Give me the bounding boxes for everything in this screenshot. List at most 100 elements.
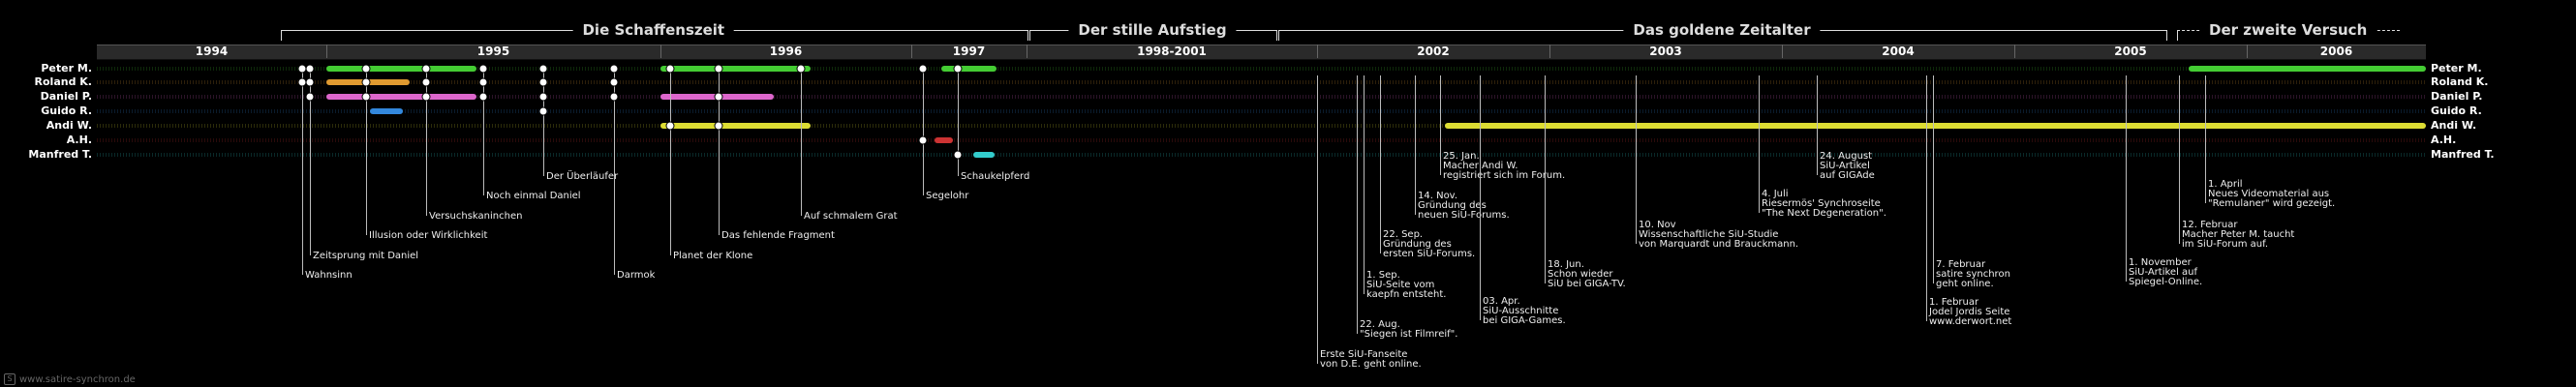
event-leader-line [1357,75,1358,334]
era-label: Der stille Aufstieg [1068,21,1237,39]
activity-bar [1445,123,2426,129]
person-label-right: Roland K. [2431,75,2489,88]
event-label: "The Next Degeneration". [1762,208,1886,219]
event-label: Segelohr [926,191,969,201]
year-divider [326,45,327,58]
event-label: neuen SiU-Forums. [1418,210,1510,221]
episode-marker [361,64,371,74]
activity-bar [326,66,477,72]
event-leader-line [483,69,484,195]
episode-marker [478,77,488,87]
event-leader-line [1545,75,1546,283]
event-leader-line [1636,75,1637,244]
event-leader-line [958,69,959,176]
year-label: 1997 [952,45,986,58]
timeline-diagram: Die Schaffenszeit Der stille Aufstieg Das … [0,0,2576,387]
activity-bar [326,94,477,100]
event-leader-line [801,69,802,216]
event-leader-line [302,69,303,275]
event-leader-line [426,69,427,216]
event-label: auf GIGAde [1820,170,1875,181]
event-label: bei GIGA-Games. [1483,315,1566,326]
event-leader-line [1380,75,1381,253]
person-label-left: Daniel P. [40,90,92,103]
activity-bar [369,108,404,114]
episode-marker [421,77,431,87]
episode-marker [538,92,548,102]
year-label: 2002 [1417,45,1450,58]
person-label-left: Manfred T. [28,148,92,161]
site-footer: S www.satire-synchron.de [4,373,136,385]
year-label: 2005 [2114,45,2147,58]
episode-marker [538,64,548,74]
activity-bar [973,152,995,158]
year-label: 1995 [476,45,510,58]
episode-marker [609,92,619,102]
person-label-right: Guido R. [2431,104,2482,117]
event-label: im SiU-Forum auf. [2182,239,2269,250]
episode-marker [796,64,806,74]
event-label: Schaukelpferd [961,171,1030,182]
event-label: von D.E. geht online. [1320,359,1422,370]
episode-marker [305,77,315,87]
episode-marker [918,135,928,145]
episode-marker [665,121,675,131]
year-label: 2003 [1649,45,1682,58]
person-track [97,80,2426,84]
episode-marker [361,92,371,102]
episode-marker [478,92,488,102]
event-label: Spiegel-Online. [2129,277,2203,287]
event-label: SiU bei GIGA-TV. [1548,279,1626,289]
person-label-right: A.H. [2431,134,2457,146]
episode-marker [714,64,723,74]
person-label-right: Manfred T. [2431,148,2495,161]
year-divider [1317,45,1318,58]
episode-marker [538,106,548,116]
year-label: 1996 [769,45,803,58]
event-label: Wahnsinn [305,270,353,281]
event-label: geht online. [1936,279,1994,289]
event-leader-line [1364,75,1365,294]
event-label: kaepfn entsteht. [1366,289,1447,300]
activity-bar [660,66,812,72]
year-divider [660,45,661,58]
episode-marker [609,64,619,74]
event-label: "Remulaner" wird gezeigt. [2208,198,2336,209]
person-label-right: Daniel P. [2431,90,2483,103]
event-label: Zeitsprung mit Daniel [313,251,419,261]
era-label: Die Schaffenszeit [572,21,735,39]
activity-bar [660,123,812,129]
event-leader-line [1480,75,1481,320]
event-label: Auf schmalem Grat [804,211,898,222]
person-label-right: Peter M. [2431,62,2482,74]
episode-marker [714,92,723,102]
episode-marker [609,77,619,87]
year-divider [2014,45,2015,58]
event-leader-line [1440,75,1441,175]
year-divider [2247,45,2248,58]
event-leader-line [1817,75,1818,175]
event-leader-line [2126,75,2127,282]
site-url: www.satire-synchron.de [19,373,136,385]
event-leader-line [1415,75,1416,215]
person-label-left: Guido R. [41,104,92,117]
person-track [97,153,2426,157]
event-label: www.derwort.net [1929,316,2012,327]
episode-marker [305,92,315,102]
year-divider [1782,45,1783,58]
episode-marker [538,77,548,87]
year-label: 2004 [1882,45,1915,58]
event-leader-line [1926,75,1927,321]
episode-marker [953,64,963,74]
event-label: Illusion oder Wirklichkeit [369,230,488,241]
event-label: Noch einmal Daniel [486,191,581,201]
event-label: Darmok [617,270,656,281]
year-divider [1549,45,1550,58]
episode-marker [305,64,315,74]
episode-marker [421,64,431,74]
episode-marker [665,64,675,74]
episode-marker [361,77,371,87]
event-label: registriert sich im Forum. [1443,170,1566,181]
person-label-right: Andi W. [2431,119,2477,132]
event-leader-line [670,69,671,255]
